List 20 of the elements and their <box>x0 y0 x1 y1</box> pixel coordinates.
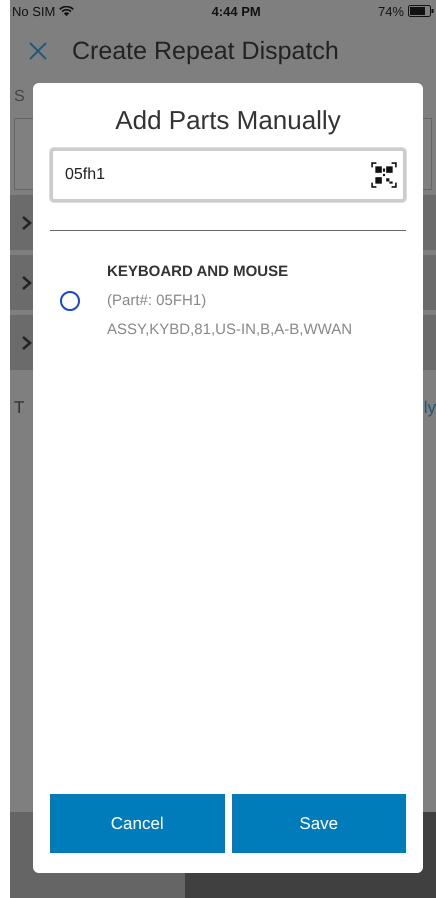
qr-code-icon[interactable] <box>371 162 397 188</box>
radio-button[interactable] <box>60 290 80 310</box>
part-description: ASSY,KYBD,81,US-IN,B,A-B,WWAN <box>107 321 352 338</box>
screen-title: Create Repeat Dispatch <box>72 36 339 66</box>
clock-text: 4:44 PM <box>210 4 262 18</box>
dialog-title: Add Parts Manually <box>114 105 342 136</box>
save-button[interactable]: Save <box>232 794 406 853</box>
chevron-icon <box>22 336 32 350</box>
carrier-text: No SIM <box>12 4 56 18</box>
field-label: S <box>13 87 26 107</box>
search-field[interactable]: 05fh1 <box>50 148 406 202</box>
battery-text: 74% <box>378 4 404 18</box>
wifi-icon <box>59 6 74 16</box>
battery-icon <box>408 5 434 17</box>
part-number: (Part#: 05FH1) <box>107 292 208 309</box>
chevron-icon <box>22 276 32 290</box>
body-text: T <box>14 398 24 418</box>
chevron-icon <box>22 216 32 230</box>
part-name: KEYBOARD AND MOUSE <box>107 263 290 280</box>
cancel-button[interactable]: Cancel <box>50 794 224 853</box>
